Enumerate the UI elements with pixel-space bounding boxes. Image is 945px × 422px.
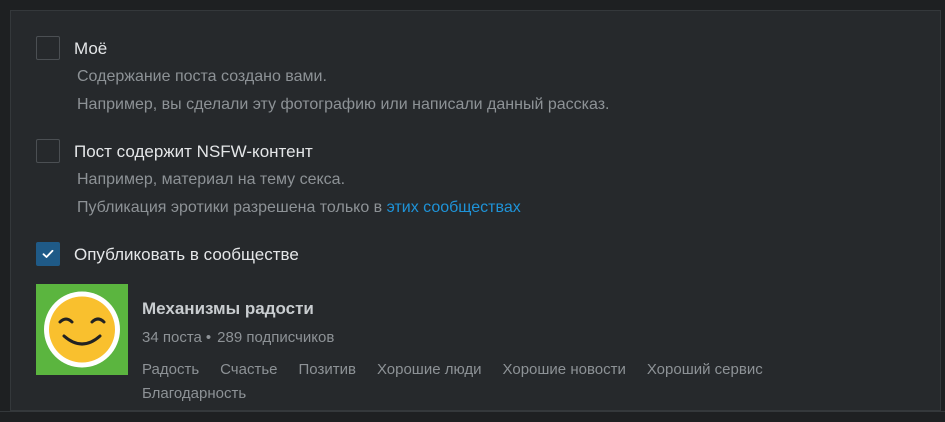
mine-checkbox[interactable]	[36, 36, 60, 60]
nsfw-label[interactable]: Пост содержит NSFW-контент	[74, 142, 313, 162]
smiley-face-icon	[44, 291, 120, 368]
publish-community-label[interactable]: Опубликовать в сообществе	[74, 245, 299, 265]
mine-hint-2: Например, вы сделали эту фотографию или …	[77, 96, 610, 113]
nsfw-checkbox[interactable]	[36, 139, 60, 163]
community-tag[interactable]: Благодарность	[142, 382, 246, 406]
publish-settings-panel: Моё Содержание поста создано вами. Напри…	[10, 10, 941, 411]
community-posts-count: 34 поста	[142, 329, 202, 346]
community-tag[interactable]: Хороший сервис	[647, 358, 763, 382]
nsfw-hint-2-text: Публикация эротики разрешена только в	[77, 199, 387, 216]
community-tag[interactable]: Радость	[142, 358, 199, 382]
community-tags: Радость Счастье Позитив Хорошие люди Хорошие…	[142, 358, 902, 406]
these-communities-link[interactable]: этих сообществах	[387, 199, 521, 216]
checkmark-icon	[42, 249, 54, 258]
publish-community-checkbox[interactable]	[36, 242, 60, 266]
nsfw-hint-2: Публикация эротики разрешена только в эт…	[77, 199, 521, 217]
stats-separator: •	[205, 329, 212, 346]
community-tag[interactable]: Счастье	[220, 358, 277, 382]
community-tag[interactable]: Позитив	[299, 358, 356, 382]
community-avatar[interactable]	[36, 284, 128, 375]
community-stats: 34 поста • 289 подписчиков	[142, 329, 334, 346]
community-name[interactable]: Механизмы радости	[142, 299, 314, 319]
mine-hint-1: Содержание поста создано вами.	[77, 68, 327, 85]
community-subscribers-count: 289 подписчиков	[217, 329, 335, 346]
bottom-divider	[0, 411, 945, 412]
nsfw-hint-1: Например, материал на тему секса.	[77, 171, 346, 188]
community-tag[interactable]: Хорошие люди	[377, 358, 482, 382]
mine-label[interactable]: Моё	[74, 39, 107, 59]
community-tag[interactable]: Хорошие новости	[503, 358, 626, 382]
